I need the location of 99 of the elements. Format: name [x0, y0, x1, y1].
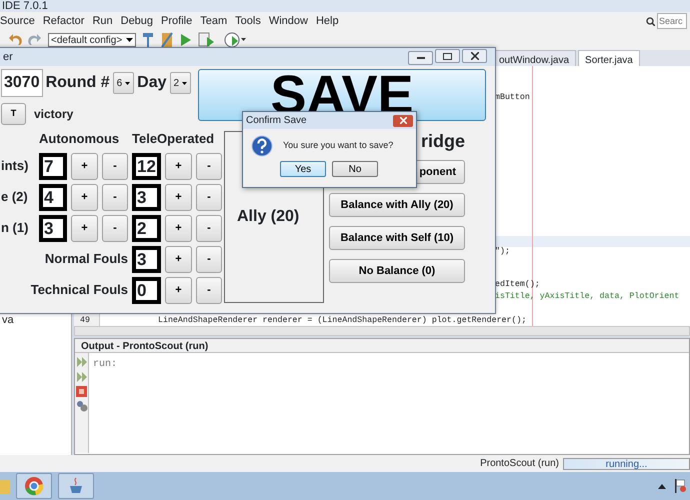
ally-score: Ally (20) — [237, 207, 300, 227]
caret-icon — [125, 82, 130, 84]
bridge-button[interactable]: No Balance (0) — [329, 259, 465, 283]
row-label: n (1) — [1, 219, 30, 238]
plus-button[interactable]: + — [165, 276, 192, 304]
question-icon — [251, 135, 273, 157]
minus-button[interactable]: - — [102, 214, 128, 242]
row-label: Technical Fouls — [30, 281, 128, 300]
round-dropdown[interactable]: 6 — [112, 72, 134, 94]
status-text: ProntoScout (run) — [480, 457, 559, 471]
plus-button[interactable]: + — [165, 246, 192, 272]
section-title: ridge — [420, 131, 465, 151]
search-field[interactable]: Searc — [657, 13, 687, 29]
run-icon[interactable] — [180, 33, 192, 47]
minus-button[interactable]: - — [196, 276, 222, 304]
column-header: TeleOperated — [132, 130, 216, 148]
code-line: isTitle, yAxisTitle, data, PlotOrient — [495, 291, 680, 302]
count-field[interactable]: 3 — [39, 214, 67, 242]
dropdown-value: 6 — [116, 76, 122, 90]
day-dropdown[interactable]: 2 — [170, 72, 192, 94]
round-label: Round # — [46, 73, 110, 93]
redo-icon[interactable] — [28, 33, 42, 47]
menu-item[interactable]: Debug — [120, 12, 154, 30]
browser-icon — [24, 476, 44, 496]
undo-icon[interactable] — [8, 33, 22, 47]
window-title: er — [2, 50, 13, 65]
search-icon — [646, 16, 655, 26]
horizontal-scrollbar[interactable] — [74, 326, 690, 336]
menu-item[interactable]: Profile — [161, 12, 192, 30]
editor-tab[interactable]: Sorter.java — [578, 50, 640, 66]
minus-button[interactable]: - — [196, 246, 222, 272]
row-label: Normal Fouls — [44, 250, 128, 268]
row-label: ints) — [1, 157, 30, 176]
minimize-button[interactable] — [408, 51, 433, 66]
menu-item[interactable]: Refactor — [42, 12, 84, 30]
team-number-field[interactable]: 3070 — [1, 69, 43, 97]
code-line: "); — [495, 246, 510, 257]
menu-item[interactable]: Help — [316, 12, 339, 30]
config-value: <default config> — [51, 34, 122, 48]
file-item[interactable]: va — [2, 312, 14, 328]
window-title: IDE 7.0.1 — [0, 0, 690, 12]
minus-button[interactable]: - — [102, 184, 128, 210]
stop-icon[interactable] — [76, 386, 87, 397]
caret-icon — [182, 82, 188, 84]
minimize-icon — [416, 56, 424, 60]
maximize-button[interactable] — [435, 49, 460, 64]
plus-button[interactable]: + — [71, 184, 98, 210]
count-field[interactable]: 3 — [132, 246, 161, 272]
line-number: 49 — [80, 315, 90, 327]
output-text: run: — [92, 358, 118, 372]
caret-icon — [126, 38, 133, 42]
minus-button[interactable]: - — [102, 152, 128, 180]
column-header: Autonomous — [39, 130, 120, 148]
close-icon — [470, 52, 478, 60]
taskbar-button[interactable] — [58, 473, 94, 499]
code-line: mButton — [495, 92, 530, 103]
up-arrow-icon[interactable] — [658, 484, 666, 488]
dialog-button[interactable]: Yes — [280, 161, 326, 177]
plus-button[interactable]: + — [165, 184, 192, 210]
result-label: victory — [34, 106, 74, 123]
close-button[interactable] — [462, 48, 487, 63]
maximize-icon — [443, 52, 452, 60]
panel-title: Output - ProntoScout (run) — [75, 339, 689, 353]
minus-button[interactable]: - — [196, 184, 222, 210]
progress-text: running... — [606, 458, 648, 468]
dialog-button[interactable]: No — [332, 161, 378, 177]
toggle-button[interactable]: T — [1, 103, 26, 125]
code-line: LineAndShapeRenderer renderer = (LineAndShapeRenderer) plot.getRenderer(); — [158, 315, 526, 327]
menu-item[interactable]: Run — [92, 12, 113, 30]
flag-icon[interactable] — [674, 479, 686, 493]
menu-item[interactable]: Team — [200, 12, 228, 30]
count-field[interactable]: 0 — [132, 276, 161, 304]
day-label: Day — [137, 73, 167, 93]
close-icon — [400, 117, 406, 124]
bridge-button[interactable]: Balance with Self (10) — [329, 226, 465, 250]
config-dropdown[interactable]: <default config> — [48, 33, 136, 47]
plus-button[interactable]: + — [165, 214, 192, 242]
coffee-cup-icon — [68, 477, 84, 495]
plus-button[interactable]: + — [165, 152, 192, 180]
menu-item[interactable]: Tools — [235, 12, 261, 30]
rerun-icon[interactable] — [76, 356, 88, 368]
plus-button[interactable]: + — [71, 214, 98, 242]
count-field[interactable]: 7 — [39, 152, 67, 180]
menu-item[interactable]: Source — [0, 12, 35, 30]
count-field[interactable]: 12 — [132, 152, 161, 180]
count-field[interactable]: 4 — [39, 184, 67, 210]
code-line: edItem(); — [495, 279, 540, 290]
taskbar-button[interactable] — [16, 473, 52, 499]
bridge-button[interactable]: Balance with Ally (20) — [329, 193, 465, 217]
plus-button[interactable]: + — [71, 152, 98, 180]
count-field[interactable]: 2 — [132, 214, 161, 242]
row-label: e (2) — [1, 188, 29, 206]
rerun-icon[interactable] — [76, 371, 88, 383]
minus-button[interactable]: - — [196, 214, 222, 242]
dialog-message: You sure you want to save? — [283, 139, 394, 152]
count-field[interactable]: 3 — [132, 184, 161, 210]
dropdown-value: 2 — [174, 76, 180, 90]
minus-button[interactable]: - — [196, 152, 222, 180]
menu-item[interactable]: Window — [268, 12, 308, 30]
